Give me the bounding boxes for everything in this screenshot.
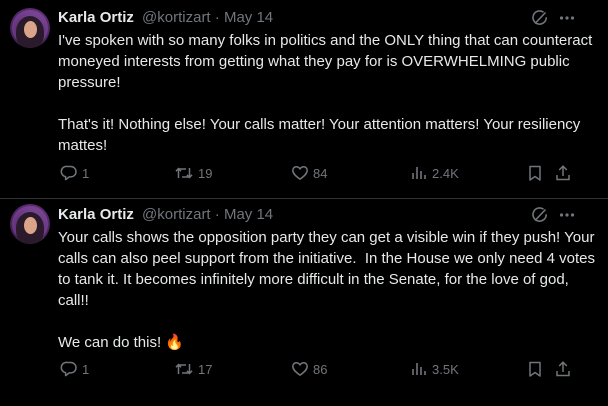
- reply-button[interactable]: 1: [60, 163, 89, 183]
- tweet-text: Your calls shows the opposition party th…: [58, 227, 598, 353]
- tweet-text-content: Your calls shows the opposition party th…: [58, 229, 595, 351]
- like-count: 84: [313, 165, 328, 181]
- more-icon[interactable]: [556, 204, 578, 226]
- tweet[interactable]: Karla Ortiz @kortizart · May 14 Your cal…: [0, 199, 608, 398]
- bookmark-icon: [529, 165, 541, 181]
- repost-button[interactable]: 19: [174, 163, 212, 183]
- share-icon: [556, 361, 570, 377]
- tweet-text-content: I've spoken with so many folks in politi…: [58, 32, 593, 154]
- reply-icon: [60, 361, 77, 377]
- avatar[interactable]: [10, 8, 50, 48]
- tweet-date[interactable]: May 14: [224, 206, 273, 223]
- like-count: 86: [313, 361, 328, 377]
- separator-dot: ·: [214, 9, 220, 26]
- bookmark-icon: [529, 361, 541, 377]
- tweet[interactable]: Karla Ortiz @kortizart · May 14 I've spo…: [0, 0, 608, 199]
- author-handle[interactable]: @kortizart: [142, 206, 211, 223]
- avatar-face: [24, 217, 37, 234]
- views-icon: [412, 363, 426, 375]
- share-button[interactable]: [554, 163, 572, 183]
- like-icon: [292, 166, 308, 180]
- repost-count: 19: [198, 165, 213, 181]
- repost-icon: [175, 167, 193, 179]
- tweet-actions: 1 17 86 3.5K: [58, 359, 598, 379]
- grok-icon[interactable]: [529, 7, 551, 29]
- author-name[interactable]: Karla Ortiz: [58, 9, 134, 26]
- tweet-header: Karla Ortiz @kortizart · May 14: [58, 205, 273, 225]
- share-icon: [556, 165, 570, 181]
- reply-button[interactable]: 1: [60, 359, 89, 379]
- reply-count: 1: [82, 361, 90, 377]
- tweet-header: Karla Ortiz @kortizart · May 14: [58, 8, 273, 28]
- tweet-actions: 1 19 84 2.4K: [58, 163, 598, 183]
- more-icon[interactable]: [556, 7, 578, 29]
- like-button[interactable]: 86: [291, 359, 327, 379]
- views-button[interactable]: 2.4K: [410, 163, 459, 183]
- grok-icon[interactable]: [529, 204, 551, 226]
- views-count: 3.5K: [432, 361, 459, 377]
- repost-count: 17: [198, 361, 213, 377]
- repost-button[interactable]: 17: [174, 359, 212, 379]
- avatar[interactable]: [10, 204, 50, 244]
- like-icon: [292, 362, 308, 376]
- fire-emoji: 🔥: [165, 334, 184, 351]
- tweet-date[interactable]: May 14: [224, 9, 273, 26]
- author-handle[interactable]: @kortizart: [142, 9, 211, 26]
- bookmark-button[interactable]: [526, 359, 544, 379]
- share-button[interactable]: [554, 359, 572, 379]
- views-count: 2.4K: [432, 165, 459, 181]
- views-icon: [412, 167, 426, 179]
- repost-icon: [175, 363, 193, 375]
- separator-dot: ·: [214, 206, 220, 223]
- author-name[interactable]: Karla Ortiz: [58, 206, 134, 223]
- avatar-face: [24, 21, 37, 38]
- bookmark-button[interactable]: [526, 163, 544, 183]
- reply-count: 1: [82, 165, 90, 181]
- tweet-text: I've spoken with so many folks in politi…: [58, 30, 598, 156]
- reply-icon: [60, 165, 77, 181]
- like-button[interactable]: 84: [291, 163, 327, 183]
- views-button[interactable]: 3.5K: [410, 359, 459, 379]
